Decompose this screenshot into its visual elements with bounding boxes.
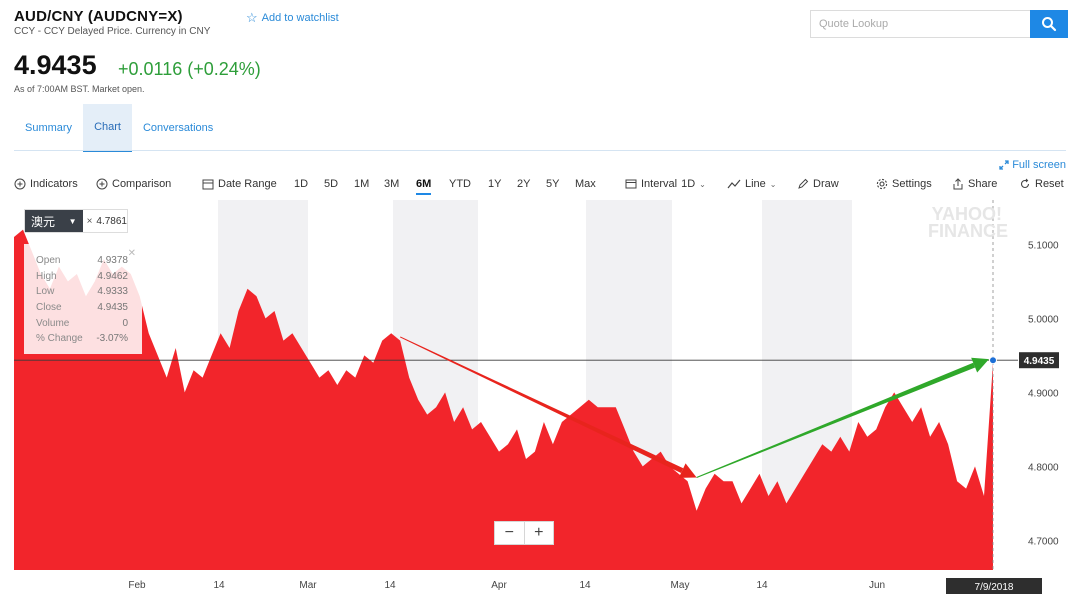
ohlc-row: Close 4.9435 [24,300,142,316]
x-axis: Feb 14 Mar 14 Apr 14 May 14 Jun 7/9/2018 [128,578,1042,594]
x-tick-label: Apr [491,580,507,591]
close-series-icon[interactable]: × [87,216,93,227]
y-tick-label: 4.8000 [1028,462,1059,473]
ohlc-value: 4.9462 [97,270,128,282]
ohlc-row: Low 4.9333 [24,284,142,300]
current-price-label: 4.9435 [1024,356,1055,367]
ohlc-label: Open [36,255,61,267]
ohlc-row: Volume 0 [24,315,142,331]
current-price-dot [989,356,997,365]
ohlc-value: 4.9435 [97,302,128,314]
ohlc-value: -3.07% [96,333,128,345]
ohlc-label: High [36,270,57,282]
y-tick-label: 5.1000 [1028,240,1059,251]
caret-down-icon: ▼ [68,216,77,226]
ohlc-label: % Change [36,333,83,345]
ohlc-row: High 4.9462 [24,269,142,285]
ohlc-tooltip: ✕ Open 4.9378 High 4.9462 Low 4.9333 Close 4… [24,244,142,354]
ohlc-label: Low [36,286,55,298]
watermark-line-2: FINANCE [928,221,1008,241]
ohlc-label: Volume [36,317,70,329]
current-date-label: 7/9/2018 [975,582,1014,593]
x-tick-label: 14 [579,580,591,591]
zoom-in-button[interactable]: + [523,522,554,544]
ohlc-value: 0 [122,317,128,329]
x-tick-label: 14 [213,580,225,591]
x-tick-label: Jun [869,580,885,591]
ohlc-value: 4.9378 [97,255,128,267]
series-selector[interactable]: 澳元 ▼ [25,210,83,232]
price-chart[interactable]: 4.7000 4.8000 4.9000 5.0000 5.1000 Feb 14 Mar 1… [0,0,1080,608]
x-tick-label: Mar [299,580,317,591]
ohlc-value: 4.9333 [97,286,128,298]
y-tick-label: 4.7000 [1028,536,1059,547]
x-tick-label: May [671,580,690,591]
yahoo-finance-watermark: YAHOO! FINANCE [928,205,1008,241]
x-tick-label: 14 [384,580,396,591]
y-tick-label: 5.0000 [1028,314,1059,325]
zoom-out-button[interactable]: − [495,522,524,544]
ohlc-label: Close [36,302,62,314]
series-chip-label: 澳元 [31,214,56,229]
zoom-controls: − + [494,521,554,545]
ohlc-row: % Change -3.07% [24,331,142,347]
series-chip[interactable]: 澳元 ▼ × 4.7861 [24,209,128,233]
ohlc-row: Open 4.9378 [24,253,142,269]
y-tick-label: 4.9000 [1028,388,1059,399]
x-tick-label: 14 [756,580,768,591]
x-tick-label: Feb [128,580,146,591]
series-chip-value: 4.7861 [96,215,127,227]
close-icon[interactable]: ✕ [128,248,136,259]
y-axis: 4.7000 4.8000 4.9000 5.0000 5.1000 [1028,240,1059,547]
